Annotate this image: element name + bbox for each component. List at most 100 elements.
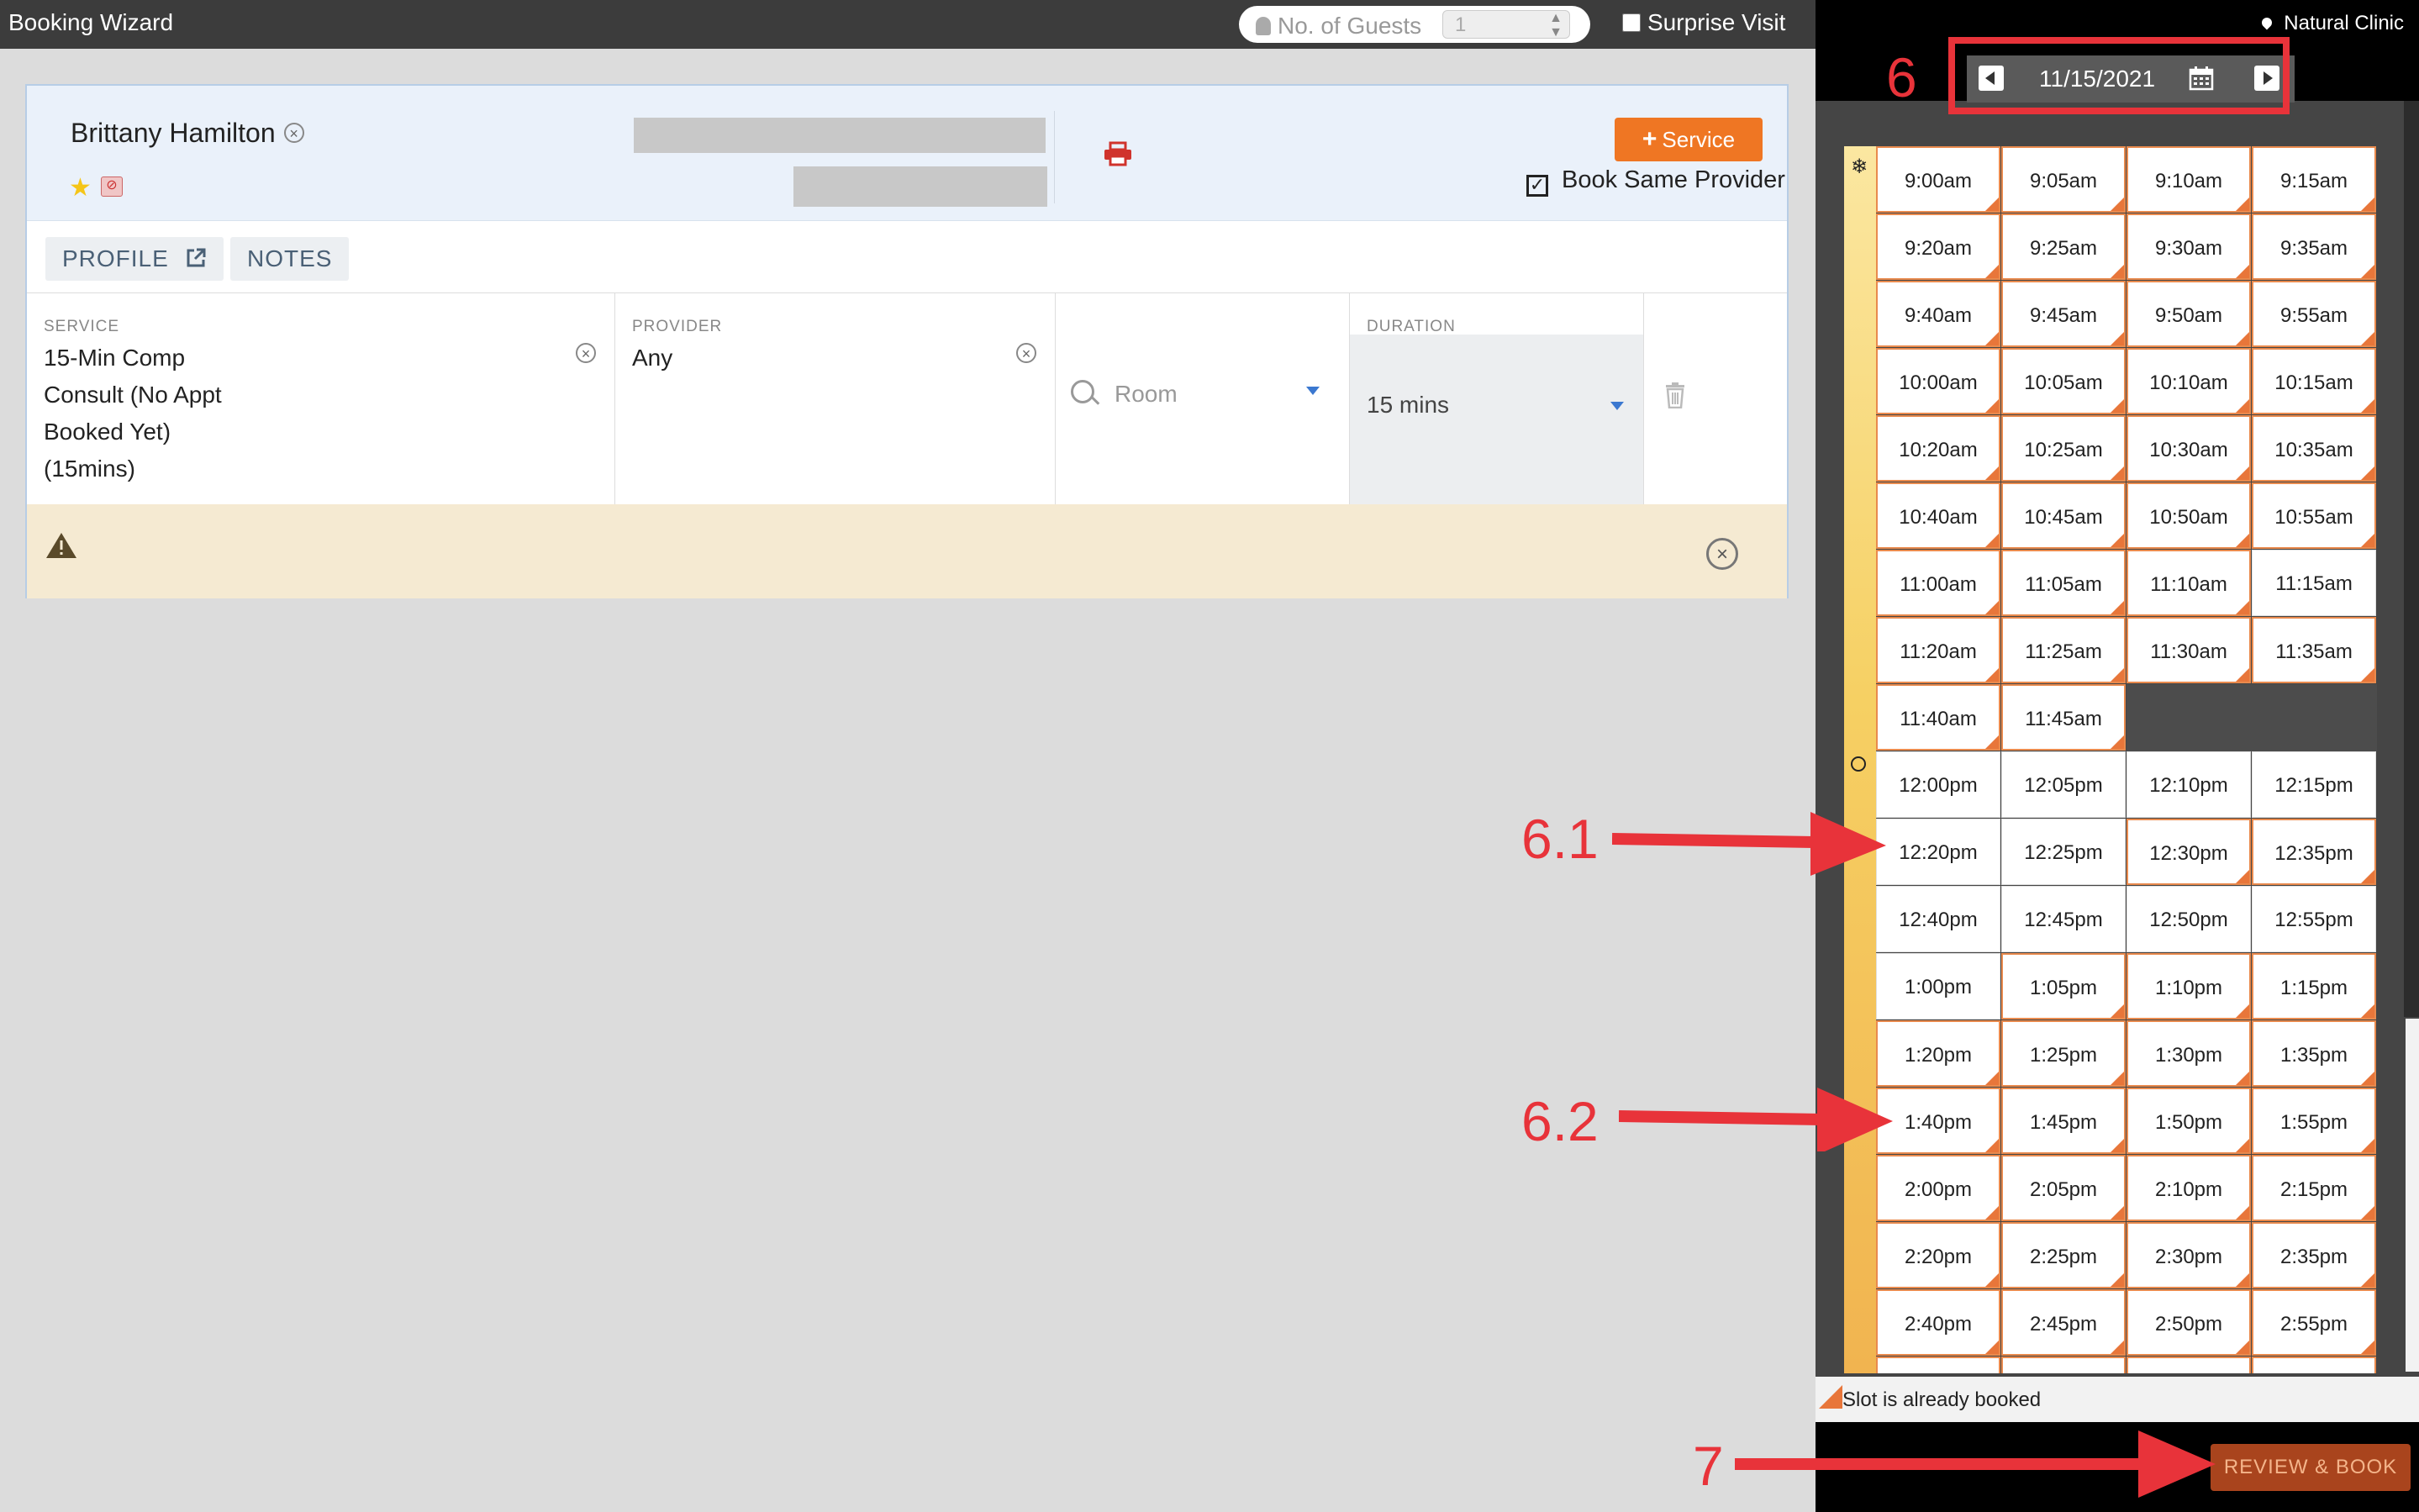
- time-slot[interactable]: 9:25am: [2001, 213, 2126, 280]
- scrollbar-thumb[interactable]: [2406, 1019, 2419, 1372]
- time-slot[interactable]: 10:25am: [2001, 415, 2126, 482]
- time-slot[interactable]: 11:30am: [2127, 617, 2251, 683]
- surprise-visit-checkbox[interactable]: Surprise Visit: [1622, 9, 1785, 36]
- clear-service-icon[interactable]: ×: [576, 343, 596, 363]
- time-slot[interactable]: 1:20pm: [1876, 1020, 2000, 1087]
- time-slot[interactable]: 11:00am: [1876, 550, 2000, 616]
- time-slot[interactable]: [1876, 1357, 2000, 1373]
- time-slot[interactable]: 1:10pm: [2127, 953, 2251, 1019]
- time-slot[interactable]: 1:50pm: [2127, 1088, 2251, 1154]
- time-slot[interactable]: [2127, 1357, 2251, 1373]
- time-slot[interactable]: 9:50am: [2127, 281, 2251, 347]
- time-slot[interactable]: 9:20am: [1876, 213, 2000, 280]
- duration-select[interactable]: 15 mins: [1350, 335, 1643, 504]
- time-slot[interactable]: 2:10pm: [2127, 1155, 2251, 1221]
- tab-profile[interactable]: PROFILE: [45, 237, 224, 281]
- room-field[interactable]: Room: [1071, 380, 1178, 408]
- time-slot[interactable]: 9:05am: [2001, 146, 2126, 213]
- time-slot[interactable]: 12:25pm: [2001, 819, 2126, 885]
- service-cell[interactable]: SERVICE 15-Min Comp Consult (No Appt Boo…: [27, 292, 615, 504]
- chevron-down-icon[interactable]: [1306, 387, 1320, 395]
- time-slot[interactable]: 11:15am: [2252, 550, 2376, 616]
- time-slot[interactable]: 12:45pm: [2001, 886, 2126, 952]
- time-slot[interactable]: [2252, 1357, 2376, 1373]
- time-slot[interactable]: 1:00pm: [1876, 953, 2000, 1019]
- time-slot[interactable]: 12:50pm: [2127, 886, 2251, 952]
- time-slot[interactable]: 12:55pm: [2252, 886, 2376, 952]
- time-slot[interactable]: 2:55pm: [2252, 1289, 2376, 1356]
- time-slot[interactable]: 10:50am: [2127, 482, 2251, 549]
- time-slot[interactable]: 1:55pm: [2252, 1088, 2376, 1154]
- time-slot[interactable]: 10:45am: [2001, 482, 2126, 549]
- time-slot[interactable]: 9:55am: [2252, 281, 2376, 347]
- time-slot[interactable]: 12:35pm: [2252, 819, 2376, 885]
- time-slot[interactable]: 2:20pm: [1876, 1222, 2000, 1288]
- time-slot[interactable]: 1:25pm: [2001, 1020, 2126, 1087]
- remove-client-icon[interactable]: ×: [283, 123, 304, 143]
- tab-notes[interactable]: NOTES: [230, 237, 350, 281]
- time-slot[interactable]: 12:20pm: [1876, 819, 2000, 885]
- time-slot[interactable]: 2:00pm: [1876, 1155, 2000, 1221]
- time-slot[interactable]: 10:10am: [2127, 348, 2251, 414]
- time-slot[interactable]: 10:35am: [2252, 415, 2376, 482]
- clear-provider-icon[interactable]: ×: [1016, 343, 1036, 363]
- time-slot[interactable]: 9:45am: [2001, 281, 2126, 347]
- scrollbar-track[interactable]: [2404, 101, 2419, 1017]
- time-slot[interactable]: 9:15am: [2252, 146, 2376, 213]
- time-slot[interactable]: 12:10pm: [2127, 751, 2251, 818]
- trash-icon[interactable]: [1664, 382, 1686, 408]
- time-slot[interactable]: 10:55am: [2252, 482, 2376, 549]
- time-slot[interactable]: 2:05pm: [2001, 1155, 2126, 1221]
- time-slot[interactable]: 12:15pm: [2252, 751, 2376, 818]
- time-slot[interactable]: 11:40am: [1876, 684, 2000, 751]
- time-slot[interactable]: 9:40am: [1876, 281, 2000, 347]
- time-slot[interactable]: 10:20am: [1876, 415, 2000, 482]
- time-slot[interactable]: 9:10am: [2127, 146, 2251, 213]
- time-slot[interactable]: 10:40am: [1876, 482, 2000, 549]
- time-slot[interactable]: 1:40pm: [1876, 1088, 2000, 1154]
- time-slot[interactable]: 1:05pm: [2001, 953, 2126, 1019]
- time-slot[interactable]: 11:05am: [2001, 550, 2126, 616]
- provider-cell[interactable]: PROVIDER Any ×: [615, 292, 1056, 504]
- time-slot[interactable]: 9:30am: [2127, 213, 2251, 280]
- stepper-arrows-icon[interactable]: ▲ ▼: [1549, 11, 1563, 40]
- time-slot[interactable]: 1:45pm: [2001, 1088, 2126, 1154]
- time-slot[interactable]: 10:15am: [2252, 348, 2376, 414]
- time-slot[interactable]: 1:35pm: [2252, 1020, 2376, 1087]
- add-service-button[interactable]: + Service: [1615, 118, 1763, 161]
- room-select[interactable]: Room: [1056, 292, 1350, 504]
- time-slot[interactable]: 12:05pm: [2001, 751, 2126, 818]
- time-slot[interactable]: 9:00am: [1876, 146, 2000, 213]
- time-slot[interactable]: 12:30pm: [2127, 819, 2251, 885]
- chevron-down-icon[interactable]: [1610, 402, 1624, 410]
- time-slot[interactable]: 2:35pm: [2252, 1222, 2376, 1288]
- time-slot[interactable]: [2001, 1357, 2126, 1373]
- time-slot[interactable]: 12:40pm: [1876, 886, 2000, 952]
- time-slot[interactable]: 11:35am: [2252, 617, 2376, 683]
- duration-cell[interactable]: 15 mins DURATION: [1350, 292, 1644, 504]
- time-slot[interactable]: 11:25am: [2001, 617, 2126, 683]
- guests-number-input[interactable]: 1 ▲ ▼: [1442, 10, 1570, 40]
- time-slot[interactable]: 11:10am: [2127, 550, 2251, 616]
- time-slot[interactable]: 10:05am: [2001, 348, 2126, 414]
- time-slot[interactable]: 1:30pm: [2127, 1020, 2251, 1087]
- close-icon[interactable]: ×: [1706, 538, 1738, 570]
- time-slot[interactable]: 2:40pm: [1876, 1289, 2000, 1356]
- print-icon[interactable]: [1103, 141, 1133, 166]
- time-slot[interactable]: 2:50pm: [2127, 1289, 2251, 1356]
- time-slot[interactable]: 11:45am: [2001, 684, 2126, 751]
- time-slot[interactable]: 12:00pm: [1876, 751, 2000, 818]
- time-slot[interactable]: 2:30pm: [2127, 1222, 2251, 1288]
- checkbox-checked-icon[interactable]: ✓: [1526, 175, 1548, 197]
- time-slot[interactable]: 10:00am: [1876, 348, 2000, 414]
- time-slot[interactable]: 2:15pm: [2252, 1155, 2376, 1221]
- guests-field[interactable]: No. of Guests 1 ▲ ▼: [1239, 6, 1590, 43]
- time-slot[interactable]: 10:30am: [2127, 415, 2251, 482]
- surprise-visit-input[interactable]: [1622, 13, 1641, 32]
- time-slot[interactable]: 11:20am: [1876, 617, 2000, 683]
- time-slot[interactable]: 2:45pm: [2001, 1289, 2126, 1356]
- time-slot[interactable]: 9:35am: [2252, 213, 2376, 280]
- book-same-provider-checkbox[interactable]: ✓ Book Same Provider: [1526, 166, 1785, 197]
- review-and-book-button[interactable]: REVIEW & BOOK: [2211, 1444, 2411, 1491]
- time-slot[interactable]: 1:15pm: [2252, 953, 2376, 1019]
